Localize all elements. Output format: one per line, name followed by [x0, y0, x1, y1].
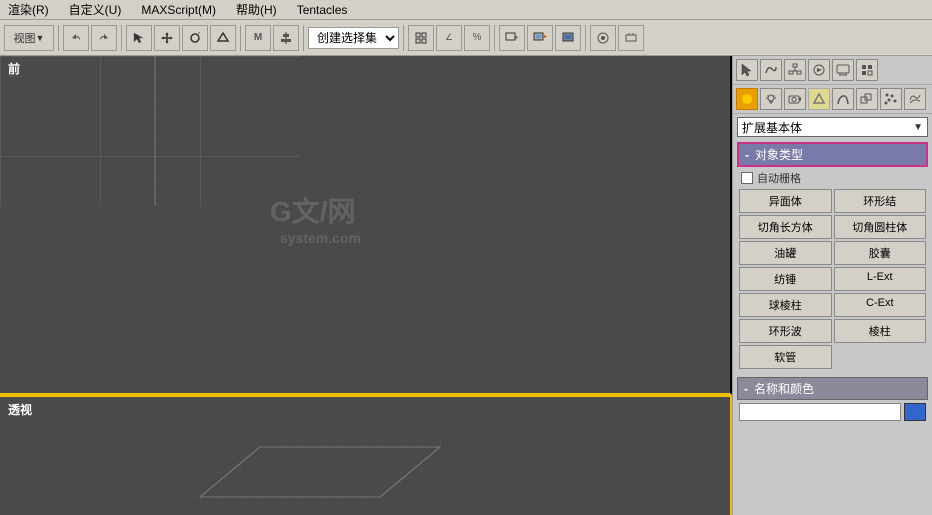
- toolbar-sep-6: [494, 25, 495, 51]
- align-btn[interactable]: [273, 25, 299, 51]
- view-dropdown-btn[interactable]: 视图 ▼: [4, 25, 54, 51]
- rp-compound-btn[interactable]: [856, 88, 878, 110]
- obj-btn-huanxingjie[interactable]: 环形结: [834, 189, 927, 213]
- toolbar: 视图 ▼ M: [0, 20, 932, 56]
- auto-grid-checkbox[interactable]: [741, 172, 753, 184]
- object-type-collapse-icon[interactable]: -: [745, 148, 749, 162]
- svg-text:system.com: system.com: [280, 230, 361, 246]
- toolbar-sep-1: [58, 25, 59, 51]
- quick-render-btn[interactable]: [527, 25, 553, 51]
- obj-btn-fangzhui[interactable]: 纺锤: [739, 267, 832, 291]
- object-type-title: 对象类型: [755, 146, 803, 163]
- menu-customize[interactable]: 自定义(U): [65, 0, 126, 19]
- render-frame-btn[interactable]: [555, 25, 581, 51]
- rp-shape-btn[interactable]: [832, 88, 854, 110]
- name-color-title: 名称和颜色: [754, 380, 814, 397]
- rotate-btn[interactable]: [182, 25, 208, 51]
- rp-motion-btn[interactable]: [808, 59, 830, 81]
- name-color-header: - 名称和颜色: [737, 377, 928, 400]
- toolbar-sep-5: [403, 25, 404, 51]
- auto-grid-row: 自动栅格: [737, 169, 928, 187]
- front-grid: z: [0, 56, 300, 206]
- auto-grid-label: 自动栅格: [757, 170, 801, 186]
- rp-utilities-btn[interactable]: [856, 59, 878, 81]
- name-color-section: - 名称和颜色: [737, 377, 928, 421]
- right-panel: 扩展基本体 ▼ - 对象类型 自动栅格 异面体 环形结 切角长方体 切角圆柱体 …: [732, 56, 932, 515]
- obj-btn-ruguan[interactable]: 软管: [739, 345, 832, 369]
- rp-geo-btn[interactable]: [808, 88, 830, 110]
- obj-btn-jianang[interactable]: 胶囊: [834, 241, 927, 265]
- rp-category-label: 扩展基本体: [742, 119, 802, 136]
- rp-category-dropdown[interactable]: 扩展基本体 ▼: [737, 117, 928, 137]
- rp-toolbar-1: [733, 56, 932, 85]
- toolbar-sep-7: [585, 25, 586, 51]
- scale-btn[interactable]: [210, 25, 236, 51]
- rp-cursor-btn[interactable]: [736, 59, 758, 81]
- menu-render[interactable]: 渲染(R): [4, 0, 53, 19]
- obj-btn-huanxingbo[interactable]: 环形波: [739, 319, 832, 343]
- extra-btn-2[interactable]: [618, 25, 644, 51]
- rp-particle-btn[interactable]: [880, 88, 902, 110]
- toolbar-sep-3: [240, 25, 241, 51]
- perspective-grid: [0, 397, 730, 515]
- name-input[interactable]: [739, 403, 901, 421]
- rp-display-btn[interactable]: [832, 59, 854, 81]
- rp-curve-btn[interactable]: [760, 59, 782, 81]
- select-btn[interactable]: [126, 25, 152, 51]
- color-swatch[interactable]: [904, 403, 926, 421]
- obj-btn-qijiaozhuti[interactable]: 切角圆柱体: [834, 215, 927, 239]
- toolbar-sep-2: [121, 25, 122, 51]
- obj-btn-qiulengzhu[interactable]: 球棱柱: [739, 293, 832, 317]
- object-type-grid: 异面体 环形结 切角长方体 切角圆柱体 油罐 胶囊 纺锤 L-Ext 球棱柱 C…: [737, 187, 928, 371]
- undo-btn[interactable]: [63, 25, 89, 51]
- mirror-btn[interactable]: M: [245, 25, 271, 51]
- percent-snap-btn[interactable]: %: [464, 25, 490, 51]
- object-type-header: - 对象类型: [737, 142, 928, 167]
- rp-toolbar-2: [733, 85, 932, 114]
- obj-btn-lext[interactable]: L-Ext: [834, 267, 927, 291]
- obj-btn-youguan[interactable]: 油罐: [739, 241, 832, 265]
- obj-btn-yimian[interactable]: 异面体: [739, 189, 832, 213]
- render-setup-btn[interactable]: [499, 25, 525, 51]
- extra-btn-1[interactable]: [590, 25, 616, 51]
- name-color-collapse-icon[interactable]: -: [744, 382, 748, 396]
- viewport-area: 前: [0, 56, 732, 515]
- obj-btn-qiejiaochang[interactable]: 切角长方体: [739, 215, 832, 239]
- rp-camera-btn[interactable]: [784, 88, 806, 110]
- viewport-front-label: 前: [8, 60, 20, 77]
- viewport-perspective[interactable]: 透视: [0, 395, 732, 515]
- object-type-section: - 对象类型 自动栅格 异面体 环形结 切角长方体 切角圆柱体 油罐 胶囊 纺锤…: [737, 142, 928, 371]
- selection-set-dropdown[interactable]: 创建选择集: [308, 27, 399, 49]
- main-layout: 前: [0, 56, 932, 515]
- rp-hierarchy-btn[interactable]: [784, 59, 806, 81]
- rp-patch-btn[interactable]: [904, 88, 926, 110]
- redo-btn[interactable]: [91, 25, 117, 51]
- dropdown-arrow-icon: ▼: [913, 122, 923, 133]
- obj-btn-empty: [834, 345, 927, 369]
- rp-active-btn[interactable]: [736, 88, 758, 110]
- name-input-row: [737, 403, 928, 421]
- angle-snap-btn[interactable]: ∠: [436, 25, 462, 51]
- obj-btn-cext[interactable]: C-Ext: [834, 293, 927, 317]
- toolbar-sep-4: [303, 25, 304, 51]
- viewport-perspective-label: 透视: [8, 401, 32, 418]
- snap-btn[interactable]: [408, 25, 434, 51]
- menu-tentacles[interactable]: Tentacles: [293, 2, 352, 18]
- obj-btn-lingzhu[interactable]: 棱柱: [834, 319, 927, 343]
- rp-light-btn[interactable]: [760, 88, 782, 110]
- menubar: 渲染(R) 自定义(U) MAXScript(M) 帮助(H) Tentacle…: [0, 0, 932, 20]
- move-btn[interactable]: [154, 25, 180, 51]
- menu-help[interactable]: 帮助(H): [232, 0, 281, 19]
- menu-maxscript[interactable]: MAXScript(M): [137, 2, 220, 18]
- rp-category-dropdown-row: 扩展基本体 ▼: [733, 114, 932, 140]
- viewport-front[interactable]: 前: [0, 56, 732, 395]
